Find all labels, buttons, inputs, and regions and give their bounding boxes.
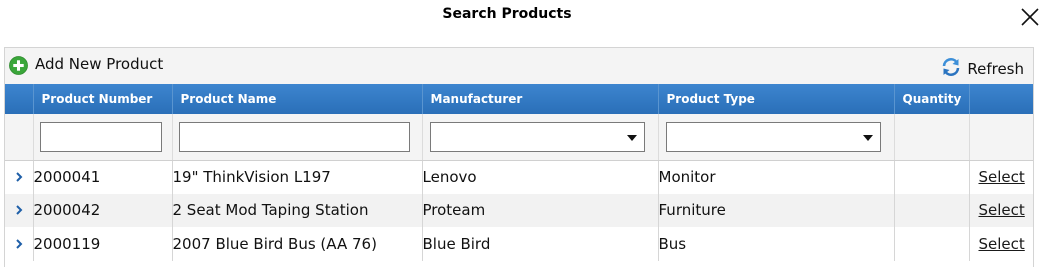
filter-cell-product-number [32,114,172,161]
filter-cell-product-name [171,114,422,161]
caret-down-icon[interactable] [862,134,873,141]
dialog-title: Search Products [442,6,572,22]
cell-product-number: 2000042 [32,193,172,227]
column-header-product-name[interactable]: Product Name [171,84,422,114]
refresh-label[interactable]: Refresh [967,60,1024,78]
cell-product-name: 2 Seat Mod Taping Station [171,193,422,227]
products-grid: Add New Product Refresh Product Number P… [4,47,1034,267]
cell-product-name: 19" ThinkVision L197 [171,160,422,194]
plus-circle-icon[interactable] [9,56,28,75]
product-type-filter-select[interactable] [665,121,881,152]
filter-cell-product-type [657,114,894,161]
cell-quantity [893,227,969,261]
cell-quantity [893,193,969,227]
cell-action: Select [968,193,1033,227]
add-new-product-button[interactable]: Add New Product [9,55,163,75]
row-expand-button[interactable] [5,227,33,261]
cell-manufacturer: Proteam [421,193,658,227]
grid-toolbar: Add New Product Refresh [5,48,1033,84]
row-expand-button[interactable] [5,193,33,227]
cell-product-number: 2000041 [32,160,172,194]
cell-product-type: Monitor [657,160,894,194]
close-button[interactable] [1019,6,1041,28]
column-header-manufacturer[interactable]: Manufacturer [421,84,658,114]
caret-down-icon[interactable] [626,134,637,141]
close-icon[interactable] [1019,6,1041,28]
table-row[interactable]: 2000119 2007 Blue Bird Bus (AA 76) Blue … [5,227,1033,261]
products-table: Product Number Product Name Manufacturer… [5,84,1033,261]
column-header-quantity[interactable]: Quantity [893,84,969,114]
chevron-right-icon[interactable] [15,239,23,249]
table-row[interactable]: 2000041 19" ThinkVision L197 Lenovo Moni… [5,160,1033,194]
column-header-product-number[interactable]: Product Number [32,84,172,114]
refresh-icon[interactable] [941,57,961,77]
cell-manufacturer: Lenovo [421,160,658,194]
select-link[interactable]: Select [979,201,1025,219]
column-header-product-type[interactable]: Product Type [657,84,894,114]
table-header-row: Product Number Product Name Manufacturer… [5,84,1033,114]
filter-cell-manufacturer [421,114,658,161]
select-link[interactable]: Select [979,168,1025,186]
cell-action: Select [968,160,1033,194]
product-number-filter-input[interactable] [39,121,162,152]
select-link[interactable]: Select [979,235,1025,253]
chevron-right-icon[interactable] [15,172,23,182]
refresh-button[interactable]: Refresh [941,57,1024,78]
manufacturer-filter-select[interactable] [429,121,645,152]
cell-product-name: 2007 Blue Bird Bus (AA 76) [171,227,422,261]
filter-row [5,114,1033,161]
table-row[interactable]: 2000042 2 Seat Mod Taping Station Protea… [5,193,1033,227]
cell-manufacturer: Blue Bird [421,227,658,261]
chevron-right-icon[interactable] [15,205,23,215]
cell-product-number: 2000119 [32,227,172,261]
filter-cell-quantity [893,114,969,161]
row-expand-button[interactable] [5,160,33,194]
cell-product-type: Bus [657,227,894,261]
expand-column-header [5,84,33,114]
cell-action: Select [968,227,1033,261]
cell-quantity [893,160,969,194]
filter-cell-empty [5,114,33,161]
action-column-header [968,84,1033,114]
product-name-filter-input[interactable] [178,121,410,152]
filter-cell-action [968,114,1033,161]
cell-product-type: Furniture [657,193,894,227]
add-new-product-label[interactable]: Add New Product [35,55,163,73]
